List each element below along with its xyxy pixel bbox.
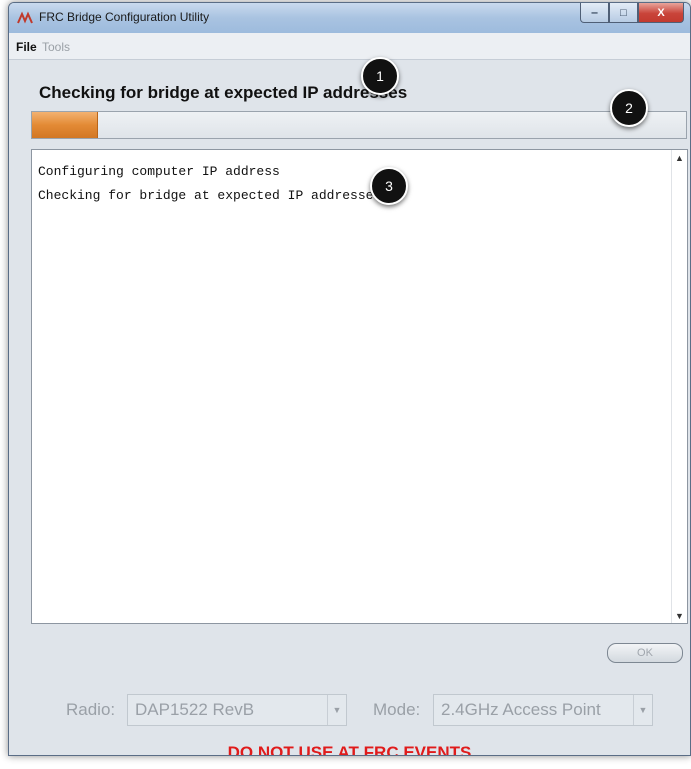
- close-button[interactable]: X: [638, 3, 684, 23]
- log-line: Configuring computer IP address: [38, 164, 280, 179]
- progress-fill: [32, 112, 99, 138]
- ok-button[interactable]: OK: [607, 643, 683, 663]
- log-scrollbar[interactable]: ▲ ▼: [671, 150, 687, 623]
- annotation-marker-2: 2: [610, 89, 648, 127]
- scroll-up-arrow-icon[interactable]: ▲: [672, 150, 687, 165]
- radio-label: Radio:: [66, 700, 116, 719]
- window-controls: ‒ □ X: [580, 3, 684, 23]
- chevron-down-icon: ▼: [327, 695, 346, 725]
- scroll-down-arrow-icon[interactable]: ▼: [672, 608, 687, 623]
- mode-label: Mode:: [373, 700, 421, 719]
- mode-select-value: 2.4GHz Access Point: [441, 700, 601, 719]
- radio-select[interactable]: DAP1522 RevB ▼: [127, 694, 347, 726]
- menu-bar: File Tools: [9, 33, 690, 60]
- progress-bar: [31, 111, 687, 139]
- mode-select[interactable]: 2.4GHz Access Point ▼: [433, 694, 653, 726]
- menu-file[interactable]: File: [16, 40, 37, 54]
- warning-text: DO NOT USE AT FRC EVENTS: [227, 743, 472, 756]
- app-window: FRC Bridge Configuration Utility ‒ □ X F…: [8, 2, 691, 756]
- annotation-marker-1: 1: [361, 57, 399, 95]
- status-heading: Checking for bridge at expected IP addre…: [39, 83, 408, 102]
- window-title: FRC Bridge Configuration Utility: [39, 10, 210, 24]
- log-output[interactable]: Configuring computer IP address Checking…: [31, 149, 688, 624]
- app-logo-icon: [17, 11, 33, 24]
- maximize-button[interactable]: □: [609, 3, 638, 23]
- chevron-down-icon: ▼: [633, 695, 652, 725]
- log-line: Checking for bridge at expected IP addre…: [38, 188, 382, 203]
- log-lines: Configuring computer IP address Checking…: [38, 160, 381, 208]
- radio-select-value: DAP1522 RevB: [135, 700, 255, 719]
- minimize-button[interactable]: ‒: [580, 3, 609, 23]
- title-bar[interactable]: FRC Bridge Configuration Utility ‒ □ X: [9, 3, 690, 33]
- menu-tools[interactable]: Tools: [42, 40, 70, 54]
- annotation-marker-3: 3: [370, 167, 408, 205]
